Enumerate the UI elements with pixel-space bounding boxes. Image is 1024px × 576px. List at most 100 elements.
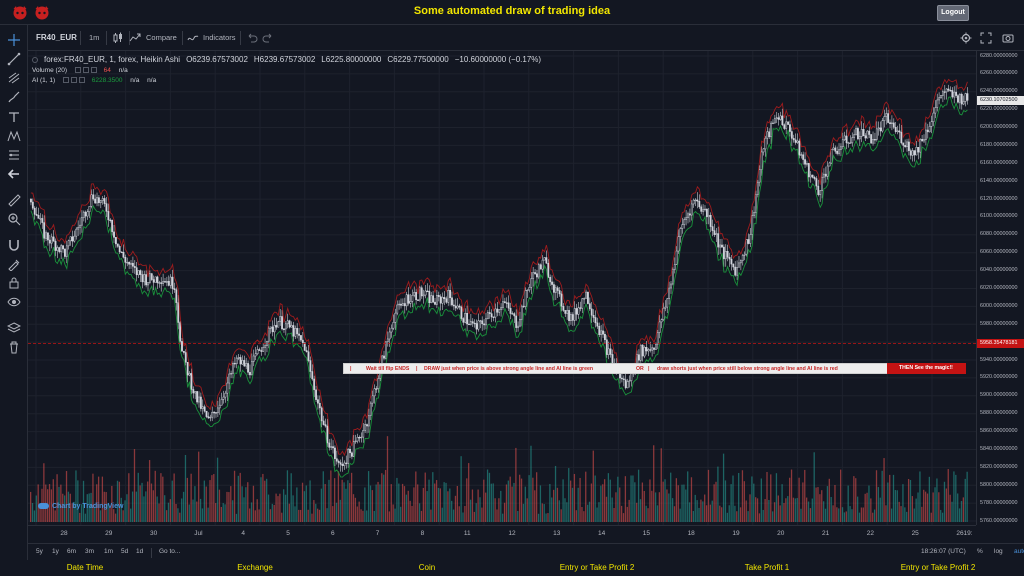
candle-body (823, 173, 825, 178)
candle-body (35, 214, 38, 216)
candle-body (934, 107, 937, 114)
volume-bar (128, 473, 130, 522)
range-button[interactable]: 6m (67, 548, 76, 555)
brush-icon[interactable] (7, 90, 21, 104)
fullscreen-icon[interactable] (980, 32, 992, 44)
candle-body (201, 406, 204, 409)
fib-tool-icon[interactable] (7, 71, 21, 85)
timezone-clock[interactable]: 18:26:07 (UTC) (921, 548, 966, 555)
candle-body (851, 137, 854, 144)
trend-line-icon[interactable] (7, 52, 21, 66)
study-remove-icon[interactable] (90, 67, 97, 74)
redo-icon[interactable] (262, 32, 274, 44)
indicators-button[interactable]: Indicators (203, 25, 236, 51)
ai-study-label[interactable]: AI (1, 1) (32, 77, 55, 84)
volume-bar (930, 512, 932, 522)
candle-body (790, 131, 793, 139)
volume-bar (617, 476, 619, 522)
study-settings-icon[interactable] (82, 67, 89, 74)
volume-bar (388, 511, 391, 522)
volume-study-label[interactable]: Volume (20) (32, 67, 67, 74)
range-button[interactable]: 3m (85, 548, 94, 555)
zoom-icon[interactable] (7, 212, 21, 226)
indicators-icon[interactable] (187, 32, 199, 44)
interval-selector[interactable]: 1m (89, 25, 99, 51)
percent-scale-toggle[interactable]: % (977, 548, 983, 555)
chart-pane[interactable]: forex:FR40_EUR, 1, forex, Heikin Ashi O62… (28, 51, 976, 525)
volume-bar (906, 511, 908, 522)
volume-bar (566, 502, 568, 522)
volume-bar (513, 482, 515, 522)
study-visibility-icon[interactable] (62, 77, 69, 84)
prediction-tool-icon[interactable] (7, 148, 21, 162)
text-tool-icon[interactable] (7, 110, 21, 124)
volume-bar (366, 510, 368, 522)
log-scale-toggle[interactable]: log (994, 548, 1003, 555)
candle-body (131, 262, 134, 267)
range-button[interactable]: 5y (36, 548, 43, 555)
volume-bar (790, 469, 793, 522)
settings-gear-icon[interactable] (960, 32, 972, 44)
range-button[interactable]: 5d (121, 548, 128, 555)
range-button[interactable]: 1y (52, 548, 59, 555)
magnet-icon[interactable] (7, 238, 21, 252)
time-scale-label: 28 (60, 530, 68, 537)
logout-button[interactable]: Logout (937, 5, 969, 21)
collapse-legend-icon[interactable] (32, 56, 38, 63)
volume-bar (955, 474, 957, 522)
candle-body (198, 396, 200, 403)
candle-body (258, 349, 261, 351)
price-chart[interactable] (28, 51, 976, 525)
symbol-search[interactable]: FR40_EUR (36, 25, 77, 51)
trade-idea-banner: | Wait till flip ENDS | DRAW just when p… (343, 363, 966, 374)
go-to-date-button[interactable]: Go to... (159, 548, 180, 555)
volume-bar (860, 507, 863, 522)
back-arrow-icon[interactable] (7, 167, 21, 181)
candle-body (143, 274, 146, 283)
candle-body (398, 303, 401, 306)
volume-bar (602, 484, 604, 522)
candle-body (334, 447, 336, 459)
volume-bar (787, 496, 789, 522)
volume-bar (515, 447, 517, 522)
lock-icon[interactable] (7, 276, 21, 290)
date-range-bar: 18:26:07 (UTC) % log auto 5y 1y 6m 3m 1m 5d 1d… (28, 543, 1024, 561)
compare-icon[interactable] (129, 32, 141, 44)
camera-icon[interactable] (1002, 32, 1014, 44)
page-title: Some automated draw of trading idea (413, 5, 611, 17)
crosshair-icon[interactable] (7, 33, 21, 47)
candle-style-icon[interactable] (112, 32, 124, 44)
study-visibility-icon[interactable] (74, 67, 81, 74)
pattern-tool-icon[interactable] (7, 129, 21, 143)
undo-icon[interactable] (246, 32, 258, 44)
candle-body (405, 294, 408, 307)
layers-icon[interactable] (7, 321, 21, 335)
time-scale[interactable]: 28 29 30 Jul 4 5 6 7 8 11 12 13 14 15 18 19 20 21 22 25 26 19… (28, 525, 976, 543)
price-scale[interactable]: 6280.00000000 6260.00000000 6240.00000000 6… (976, 51, 1024, 525)
volume-bar (928, 476, 931, 522)
price-scale-label: 5780.00000000 (980, 499, 1018, 506)
volume-bar (681, 484, 683, 522)
tradingview-logo[interactable]: Chart by TradingView (38, 503, 123, 510)
eye-icon[interactable] (7, 295, 21, 309)
study-remove-icon[interactable] (78, 77, 85, 84)
candle-body (628, 380, 631, 382)
volume-bar (543, 504, 545, 522)
volume-bar (218, 489, 221, 522)
stay-drawing-icon[interactable] (7, 257, 21, 271)
range-button[interactable]: 1d (136, 548, 143, 555)
candle-body (749, 234, 752, 244)
range-button[interactable]: 1m (104, 548, 113, 555)
trash-icon[interactable] (7, 340, 21, 354)
volume-bar (571, 487, 574, 522)
ruler-icon[interactable] (7, 193, 21, 207)
candle-body (30, 198, 32, 203)
volume-bar (299, 509, 302, 522)
candle-body (921, 138, 924, 142)
volume-bar (794, 498, 796, 522)
compare-button[interactable]: Compare (146, 25, 177, 51)
auto-scale-toggle[interactable]: auto (1014, 548, 1024, 555)
study-settings-icon[interactable] (70, 77, 77, 84)
volume-bar (173, 473, 175, 522)
volume-bar (940, 509, 942, 522)
